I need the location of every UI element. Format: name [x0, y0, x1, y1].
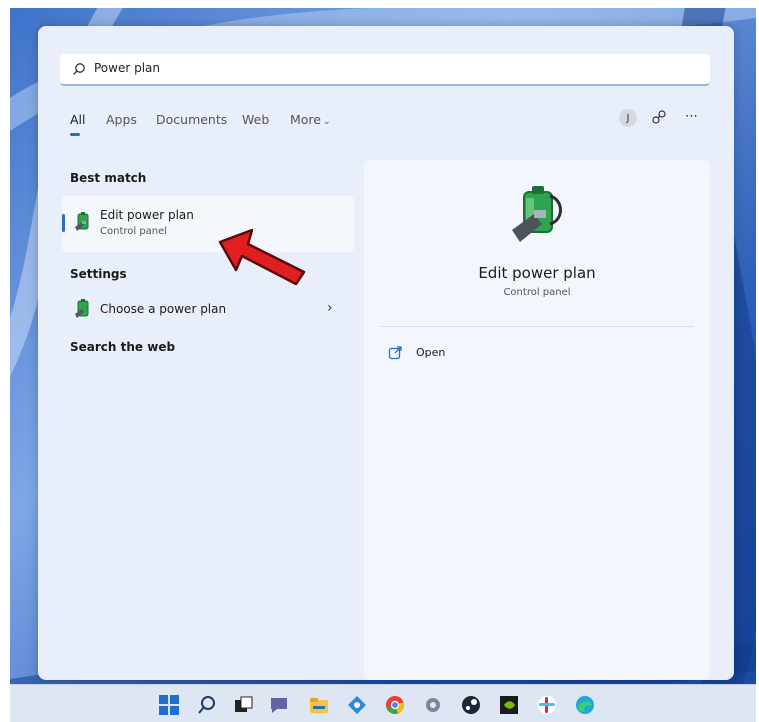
search-box[interactable]: Power plan — [60, 54, 710, 86]
search-input[interactable]: Power plan — [94, 61, 160, 75]
file-explorer-icon[interactable] — [308, 694, 330, 716]
best-match-heading: Best match — [70, 171, 147, 185]
start-search-panel: Power plan All Apps Documents Web More ⌄ … — [38, 26, 734, 680]
result-preview-pane: Edit power plan Control panel Open — [364, 160, 710, 680]
slack-icon[interactable] — [536, 694, 558, 716]
open-external-icon — [388, 346, 402, 360]
best-match-result[interactable]: Edit power plan Control panel — [62, 196, 354, 252]
choose-power-plan-item[interactable]: Choose a power plan › — [62, 296, 354, 324]
tab-more[interactable]: More ⌄ — [290, 112, 331, 127]
more-options-icon[interactable]: ⋯ — [685, 109, 699, 124]
chevron-down-icon: ⌄ — [323, 117, 331, 127]
battery-plug-icon — [75, 299, 89, 318]
red-arrow-annotation — [218, 228, 306, 286]
result-title: Edit power plan — [100, 208, 194, 222]
taskbar — [10, 684, 756, 722]
tab-web[interactable]: Web — [242, 112, 269, 127]
chrome-icon[interactable] — [384, 694, 406, 716]
tab-all-label: All — [70, 112, 86, 127]
tab-apps[interactable]: Apps — [106, 112, 137, 127]
setting-label: Choose a power plan — [100, 302, 227, 316]
search-taskbar-icon[interactable] — [196, 694, 218, 716]
search-icon — [73, 63, 85, 75]
battery-plug-icon — [512, 186, 562, 242]
settings-gear-icon[interactable] — [422, 694, 444, 716]
account-avatar[interactable]: J — [619, 109, 637, 127]
preview-title: Edit power plan — [478, 264, 596, 282]
share-icon[interactable] — [650, 109, 668, 127]
selection-indicator — [62, 214, 65, 232]
preview-subtitle: Control panel — [503, 287, 571, 298]
tab-documents[interactable]: Documents — [156, 112, 227, 127]
tab-more-label: More — [290, 112, 321, 127]
task-view-icon[interactable] — [232, 694, 254, 716]
open-label: Open — [416, 346, 446, 359]
tab-all[interactable]: All — [70, 112, 86, 136]
open-action[interactable]: Open — [388, 344, 508, 364]
active-tab-indicator — [70, 133, 80, 136]
edge-icon[interactable] — [574, 694, 596, 716]
start-icon[interactable] — [158, 694, 180, 716]
battery-plug-icon — [75, 212, 89, 231]
settings-heading: Settings — [70, 267, 127, 281]
desktop-background: Power plan All Apps Documents Web More ⌄ … — [10, 8, 756, 722]
store-icon[interactable] — [346, 694, 368, 716]
divider — [380, 326, 694, 327]
nvidia-icon[interactable] — [498, 694, 520, 716]
chevron-right-icon: › — [327, 300, 333, 316]
steam-icon[interactable] — [460, 694, 482, 716]
chat-icon[interactable] — [268, 694, 290, 716]
result-subtitle: Control panel — [100, 226, 168, 237]
search-web-heading[interactable]: Search the web — [70, 340, 175, 354]
